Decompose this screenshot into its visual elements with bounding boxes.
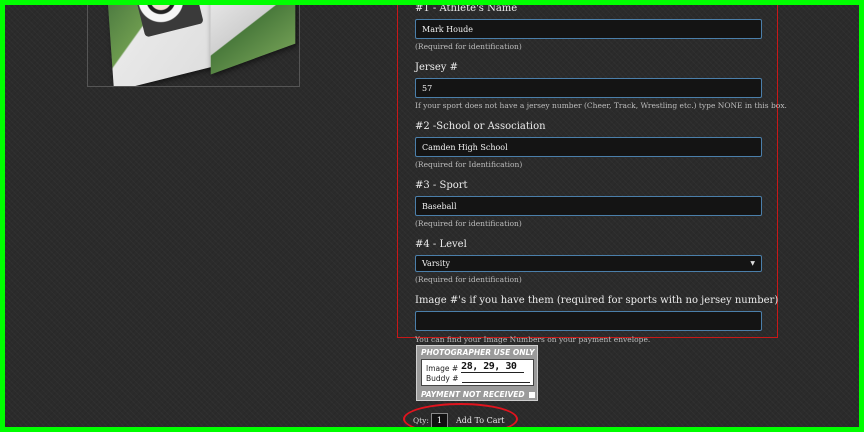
school-hint: (Required for Identification) bbox=[415, 160, 523, 169]
athlete-name-input[interactable]: Mark Houde bbox=[415, 19, 762, 39]
payment-status: PAYMENT NOT RECEIVED bbox=[421, 390, 535, 399]
qty-input[interactable]: 1 bbox=[430, 413, 448, 427]
photographer-use-box: PHOTOGRAPHER USE ONLY Image # 28, 29, 30… bbox=[416, 345, 538, 401]
photographer-box-inner: Image # 28, 29, 30 Buddy # bbox=[421, 359, 534, 386]
image-number-row: Image # 28, 29, 30 bbox=[426, 361, 525, 373]
qty-label: Qty: bbox=[413, 416, 429, 425]
level-select[interactable]: Varsity ▼ bbox=[415, 255, 762, 272]
image-numbers-label: Image #'s if you have them (required for… bbox=[415, 295, 779, 306]
buddy-number-label: Buddy # bbox=[426, 374, 459, 383]
sport-input[interactable]: Baseball bbox=[415, 196, 762, 216]
photographer-box-header: PHOTOGRAPHER USE ONLY bbox=[421, 348, 535, 357]
checkbox-icon bbox=[528, 391, 535, 398]
add-to-cart-button[interactable]: Add To Cart bbox=[456, 416, 505, 425]
level-hint: (Required for identification) bbox=[415, 275, 522, 284]
image-numbers-input[interactable] bbox=[415, 311, 762, 331]
buddy-number-row: Buddy # bbox=[426, 374, 530, 383]
level-select-value: Varsity bbox=[422, 259, 451, 268]
jersey-label: Jersey # bbox=[415, 62, 458, 73]
athlete-info-form bbox=[397, 5, 778, 338]
magazine-right-page bbox=[210, 5, 296, 75]
image-number-handwritten: 28, 29, 30 bbox=[461, 361, 525, 373]
cart-row: Qty: 1 Add To Cart bbox=[413, 413, 505, 427]
image-number-label: Image # bbox=[426, 364, 459, 373]
sport-hint: (Required for identification) bbox=[415, 219, 522, 228]
page-viewport: #1 - Athlete's Name Mark Houde (Required… bbox=[5, 5, 859, 427]
jersey-input[interactable]: 57 bbox=[415, 78, 762, 98]
product-image bbox=[87, 5, 300, 87]
sport-label: #3 - Sport bbox=[415, 180, 468, 191]
athlete-name-label: #1 - Athlete's Name bbox=[415, 5, 518, 14]
payment-status-text: PAYMENT NOT RECEIVED bbox=[421, 390, 525, 399]
jersey-hint: If your sport does not have a jersey num… bbox=[415, 101, 787, 110]
buddy-number-line bbox=[461, 374, 530, 383]
school-input[interactable]: Camden High School bbox=[415, 137, 762, 157]
school-label: #2 -School or Association bbox=[415, 121, 546, 132]
image-numbers-hint: You can find your Image Numbers on your … bbox=[415, 335, 651, 344]
chevron-down-icon: ▼ bbox=[750, 260, 755, 267]
athlete-name-hint: (Required for identification) bbox=[415, 42, 522, 51]
level-label: #4 - Level bbox=[415, 239, 467, 250]
